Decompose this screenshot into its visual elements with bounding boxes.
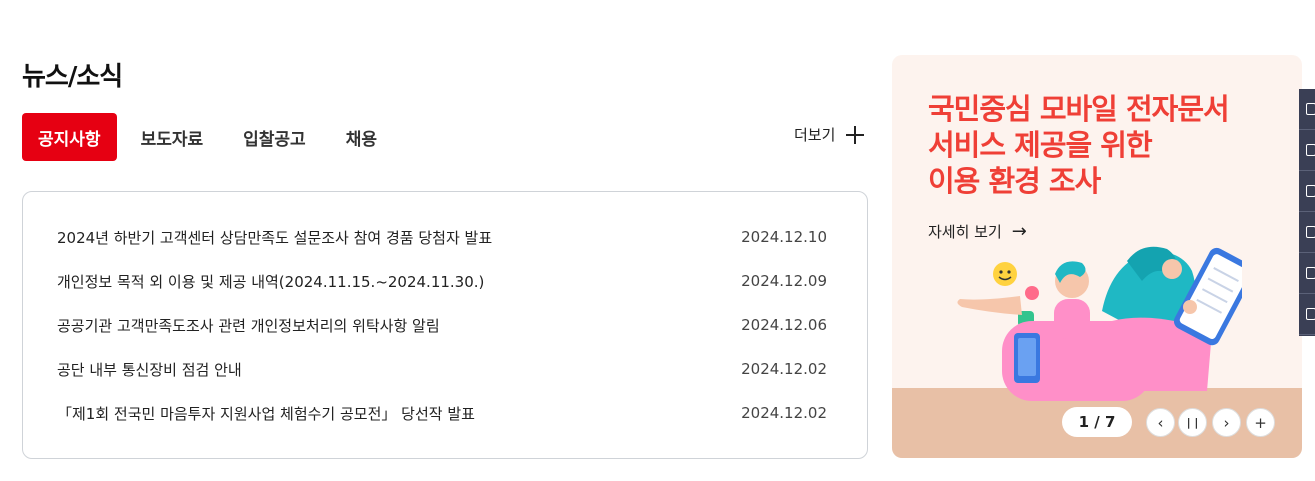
more-link[interactable]: 더보기: [794, 124, 865, 145]
folder-icon: [1306, 226, 1315, 238]
prev-slide-button[interactable]: ‹: [1146, 408, 1175, 437]
quick-menu-item[interactable]: [1299, 89, 1315, 130]
banner-headline-line: 국민중심 모바일 전자문서: [928, 92, 1230, 126]
plus-icon: [845, 125, 865, 145]
news-list: 2024년 하반기 고객센터 상담만족도 설문조사 참여 경품 당첨자 발표 2…: [22, 191, 868, 459]
quick-menu-item[interactable]: [1299, 212, 1315, 253]
document-icon: [1306, 103, 1315, 115]
more-label: 더보기: [794, 126, 836, 144]
news-item-title: 개인정보 목적 외 이용 및 제공 내역(2024.11.15.~2024.11…: [57, 272, 485, 291]
news-item-date: 2024.12.10: [741, 228, 827, 246]
news-item-title: 2024년 하반기 고객센터 상담만족도 설문조사 참여 경품 당첨자 발표: [57, 228, 493, 247]
calendar-icon: [1306, 308, 1315, 320]
all-slides-button[interactable]: +: [1246, 408, 1275, 437]
chat-icon: [1306, 144, 1315, 156]
banner-headline-line: 서비스 제공을 위한: [928, 128, 1153, 162]
list-item[interactable]: 공단 내부 통신장비 점검 안내 2024.12.02: [57, 357, 827, 381]
news-item-title: 공단 내부 통신장비 점검 안내: [57, 360, 242, 379]
banner-headline: 국민중심 모바일 전자문서 서비스 제공을 위한 이용 환경 조사: [928, 91, 1230, 199]
quick-menu-item[interactable]: [1299, 130, 1315, 171]
tab-notice[interactable]: 공지사항: [22, 113, 117, 161]
news-item-date: 2024.12.06: [741, 316, 827, 334]
pause-icon: | |: [1186, 416, 1199, 429]
survey-illustration: [957, 246, 1242, 401]
promo-banner[interactable]: 국민중심 모바일 전자문서 서비스 제공을 위한 이용 환경 조사 자세히 보기…: [892, 55, 1302, 458]
plus-icon: +: [1254, 413, 1267, 432]
news-item-date: 2024.12.02: [741, 404, 827, 422]
arrow-right-icon: →: [1011, 221, 1027, 242]
banner-headline-line: 이용 환경 조사: [928, 164, 1101, 198]
quick-menu-item[interactable]: [1299, 294, 1315, 335]
chevron-left-icon: ‹: [1157, 413, 1164, 432]
list-item[interactable]: 개인정보 목적 외 이용 및 제공 내역(2024.11.15.~2024.11…: [57, 269, 827, 293]
news-item-title: 공공기관 고객만족도조사 관련 개인정보처리의 위탁사항 알림: [57, 316, 440, 335]
chevron-right-icon: ›: [1223, 413, 1230, 432]
tab-recruit[interactable]: 채용: [326, 113, 397, 161]
banner-detail-link[interactable]: 자세히 보기 →: [928, 221, 1027, 242]
quick-menu: [1299, 89, 1315, 336]
tab-press[interactable]: 보도자료: [121, 113, 224, 161]
quick-menu-item[interactable]: [1299, 253, 1315, 294]
slide-counter: 1 / 7: [1062, 407, 1132, 437]
list-item[interactable]: 「제1회 전국민 마음투자 지원사업 체험수기 공모전」 당선작 발표 2024…: [57, 401, 827, 425]
list-item[interactable]: 공공기관 고객만족도조사 관련 개인정보처리의 위탁사항 알림 2024.12.…: [57, 313, 827, 337]
news-item-date: 2024.12.02: [741, 360, 827, 378]
tab-bid[interactable]: 입찰공고: [223, 113, 326, 161]
list-item[interactable]: 2024년 하반기 고객센터 상담만족도 설문조사 참여 경품 당첨자 발표 2…: [57, 225, 827, 249]
news-item-date: 2024.12.09: [741, 272, 827, 290]
pause-slide-button[interactable]: | |: [1178, 408, 1207, 437]
section-title: 뉴스/소식: [22, 62, 123, 92]
book-icon: [1306, 267, 1315, 279]
news-item-title: 「제1회 전국민 마음투자 지원사업 체험수기 공모전」 당선작 발표: [57, 404, 475, 423]
banner-detail-label: 자세히 보기: [928, 223, 1002, 241]
news-tabs: 공지사항 보도자료 입찰공고 채용: [22, 113, 397, 161]
next-slide-button[interactable]: ›: [1212, 408, 1241, 437]
location-icon: [1306, 185, 1315, 197]
quick-menu-item[interactable]: [1299, 171, 1315, 212]
